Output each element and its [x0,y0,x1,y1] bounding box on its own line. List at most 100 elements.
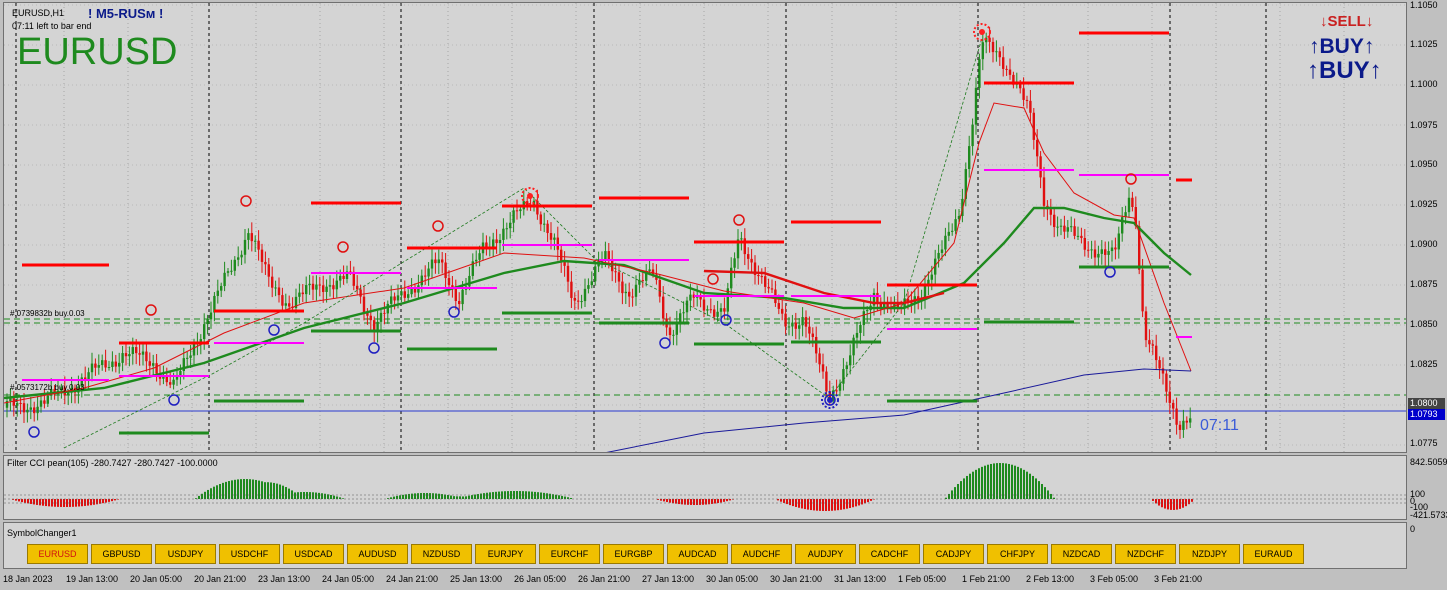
symbol-button-usdjpy[interactable]: USDJPY [155,544,216,564]
cci-bar-negative [699,499,701,505]
cci-bar-positive [219,484,221,499]
symbol-button-gbpusd[interactable]: GBPUSD [91,544,152,564]
candle-body [46,395,49,404]
cci-indicator-pane[interactable]: Filter CCI pean(105) -280.7427 -280.7427… [3,455,1407,520]
cci-bar-positive [975,469,977,499]
cci-bar-negative [33,499,35,505]
candle-body [1178,424,1182,430]
candle-body [951,230,954,232]
candle-body [427,268,430,277]
candle-body [1104,249,1107,255]
candle-body [794,322,797,329]
price-tick: 1.0825 [1410,359,1438,369]
candle-body [672,334,675,336]
time-tick: 3 Feb 21:00 [1154,574,1203,584]
cci-bar-positive [447,494,449,499]
cci-bar-positive [534,491,536,499]
cci-bar-positive [288,488,290,499]
cci-tick: 842.5059 [1410,457,1447,467]
candle-body [277,287,281,296]
symbol-button-eurjpy[interactable]: EURJPY [475,544,536,564]
symbol-button-eurchf[interactable]: EURCHF [539,544,600,564]
candle-body [706,309,709,311]
cci-bar-negative [24,499,26,503]
candle-body [764,276,767,287]
arrow-up-icon: ↑ [1363,35,1375,58]
cci-bar-positive [987,464,989,499]
symbol-button-chfjpy[interactable]: CHFJPY [987,544,1048,564]
cci-bar-negative [1179,499,1181,509]
candle-body [420,275,423,286]
symbol-button-audcad[interactable]: AUDCAD [667,544,728,564]
cci-bar-negative [801,499,803,509]
symbol-button-cadjpy[interactable]: CADJPY [923,544,984,564]
candle-body [787,326,791,328]
cci-bar-positive [273,482,275,499]
cci-bar-positive [531,491,533,499]
cci-bar-negative [828,499,830,511]
cci-bar-positive [423,493,425,499]
cci-bar-negative [93,499,95,505]
candle-body [454,287,457,301]
candle-body [274,287,277,289]
symbol-button-eurusd[interactable]: EURUSD [27,544,88,564]
candle-body [322,285,325,292]
fractal-low-marker [268,324,280,336]
candle-body [1063,225,1066,232]
zigzag-line [63,37,983,449]
cci-bar-negative [720,499,722,503]
symbol-button-euraud[interactable]: EURAUD [1243,544,1304,564]
candle-body [485,242,488,247]
fractal-low-marker [168,394,180,406]
candle-body [658,279,661,297]
cci-bar-positive [474,494,476,499]
candle-body [1189,418,1192,423]
candle-body [1127,197,1131,213]
cci-title: Filter CCI pean(105) -280.7427 -280.7427… [7,458,218,468]
main-chart-pane[interactable]: EURUSD,H1 ! M5-RUSм ! 07:11 left to bar … [3,2,1407,453]
symbol-button-audjpy[interactable]: AUDJPY [795,544,856,564]
cci-bar-positive [297,492,299,499]
price-chart-canvas[interactable] [4,3,1407,453]
cci-bar-positive [312,492,314,499]
candle-body [383,312,386,314]
cci-bar-negative [678,499,680,505]
symbol-button-audchf[interactable]: AUDCHF [731,544,792,564]
candle-body [441,259,444,263]
symbol-button-eurgbp[interactable]: EURGBP [603,544,664,564]
symbol-button-audusd[interactable]: AUDUSD [347,544,408,564]
cci-bar-negative [81,499,83,507]
symbol-button-nzdusd[interactable]: NZDUSD [411,544,472,564]
symbol-button-usdcad[interactable]: USDCAD [283,544,344,564]
time-tick: 1 Feb 21:00 [962,574,1011,584]
cci-bar-positive [303,492,305,499]
cci-bar-positive [246,479,248,499]
candle-body [94,363,97,368]
cci-bar-positive [258,480,260,499]
candle-body [67,392,70,396]
cci-bar-positive [960,481,962,499]
candle-body [981,42,984,60]
ma-slow-green [4,206,1192,400]
ma-fast-red [4,102,1192,404]
cci-bar-negative [42,499,44,506]
time-tick: 25 Jan 13:00 [450,574,503,584]
symbol-button-nzdjpy[interactable]: NZDJPY [1179,544,1240,564]
candle-body [947,231,950,236]
cci-bar-negative [855,499,857,507]
cci-bar-negative [786,499,788,505]
candle-body [971,124,974,147]
candle-body [121,353,124,363]
price-tick: 1.0850 [1410,319,1438,329]
cci-bar-negative [831,499,833,511]
candle-body [566,265,570,282]
candle-body [798,325,801,329]
cci-bar-negative [48,499,50,507]
candle-body [1029,100,1032,113]
symbol-button-cadchf[interactable]: CADCHF [859,544,920,564]
symbol-button-nzdchf[interactable]: NZDCHF [1115,544,1176,564]
candle-body [403,291,406,298]
symbol-button-usdchf[interactable]: USDCHF [219,544,280,564]
symbol-button-nzdcad[interactable]: NZDCAD [1051,544,1112,564]
candle-body [930,274,933,280]
